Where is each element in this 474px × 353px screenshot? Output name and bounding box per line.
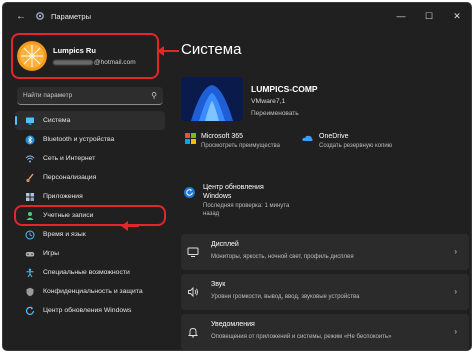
sidebar-item-windows-update[interactable]: Центр обновления Windows	[15, 301, 165, 320]
update-icon	[25, 306, 35, 315]
chevron-right-icon: ›	[454, 247, 457, 256]
sidebar-item-label: Приложения	[43, 193, 83, 200]
quick-title: Центр обновления	[203, 184, 264, 191]
settings-card-sound[interactable]: Звук Уровни громкости, вывод, ввод, звук…	[181, 274, 469, 310]
sidebar-item-bluetooth[interactable]: Bluetooth и устройства	[15, 130, 165, 149]
sidebar-item-accessibility[interactable]: Специальные возможности	[15, 263, 165, 282]
pc-name: LUMPICS-COMP	[251, 84, 318, 94]
search-icon: ⚲	[151, 91, 157, 100]
sidebar-item-label: Центр обновления Windows	[43, 307, 132, 314]
sidebar-item-time-language[interactable]: Время и язык	[15, 225, 165, 244]
quick-subtitle: Создать резервную копию	[319, 143, 393, 149]
sidebar-item-gaming[interactable]: Игры	[15, 244, 165, 263]
page-title: Система	[181, 41, 242, 58]
window-controls: — ☐ ✕	[387, 3, 471, 29]
sidebar-item-personalization[interactable]: Персонализация	[15, 168, 165, 187]
display-icon	[187, 246, 199, 258]
pc-thumbnail	[181, 77, 243, 121]
quick-windows-update[interactable]: Центр обновления Windows Последняя прове…	[184, 184, 290, 217]
window-title: Параметры	[51, 11, 91, 21]
shield-icon	[26, 287, 34, 296]
sidebar-item-accounts[interactable]: Учетные записи	[14, 205, 166, 226]
person-icon	[26, 211, 34, 220]
sidebar-item-label: Сеть и Интернет	[43, 155, 96, 162]
quick-title: Microsoft 365	[201, 133, 244, 140]
quick-title-line2: Windows	[203, 193, 232, 200]
avatar	[17, 41, 47, 71]
close-button[interactable]: ✕	[443, 3, 471, 29]
card-subtitle: Уровни громкости, вывод, ввод, звуковые …	[211, 294, 360, 300]
brush-icon	[26, 173, 34, 182]
card-subtitle: Мониторы, яркость, ночной свет, профиль …	[211, 254, 354, 260]
quick-microsoft365[interactable]: Microsoft 365 Просмотреть преимущества	[185, 133, 280, 149]
sidebar-item-label: Учетные записи	[43, 212, 94, 219]
user-profile[interactable]: Lumpics Ru @hotmail.com	[11, 33, 159, 79]
annotation-arrow-accounts	[121, 221, 139, 231]
chevron-right-icon: ›	[454, 287, 457, 296]
quick-title: OneDrive	[319, 133, 349, 140]
settings-gear-icon	[36, 12, 44, 20]
profile-email: @hotmail.com	[53, 59, 136, 66]
annotation-arrow-profile	[157, 46, 179, 56]
sidebar-item-label: Bluetooth и устройства	[43, 136, 115, 143]
pc-model: VMware7,1	[251, 98, 286, 105]
sidebar-item-label: Персонализация	[43, 174, 97, 181]
apps-icon	[26, 192, 34, 201]
microsoft-365-icon	[185, 133, 196, 144]
sidebar-nav: Система Bluetooth и устройства Сеть и Ин…	[14, 111, 166, 320]
sidebar-item-apps[interactable]: Приложения	[15, 187, 165, 206]
settings-window: ← Параметры — ☐ ✕ Lumpics Ru @hotmail.co…	[3, 3, 471, 350]
sidebar-item-network[interactable]: Сеть и Интернет	[15, 149, 165, 168]
search-placeholder: Найти параметр	[23, 92, 73, 99]
quick-subtitle: Последняя проверка: 1 минута	[203, 203, 290, 209]
card-title: Дисплей	[211, 241, 239, 248]
sidebar-item-label: Система	[43, 117, 71, 124]
card-title: Звук	[211, 281, 226, 288]
sidebar-item-system[interactable]: Система	[15, 111, 165, 130]
sidebar-item-label: Игры	[43, 250, 60, 257]
accessibility-icon	[26, 268, 34, 277]
settings-card-display[interactable]: Дисплей Мониторы, яркость, ночной свет, …	[181, 234, 469, 270]
settings-card-notifications[interactable]: Уведомления Оповещения от приложений и с…	[181, 314, 469, 350]
profile-name: Lumpics Ru	[53, 46, 96, 55]
profile-email-suffix: @hotmail.com	[94, 59, 136, 66]
bluetooth-icon	[25, 135, 35, 144]
bell-icon	[187, 326, 199, 338]
card-subtitle: Оповещения от приложений и системы, режи…	[211, 334, 392, 340]
sidebar-item-privacy[interactable]: Конфиденциальность и защита	[15, 282, 165, 301]
title-bar: ← Параметры — ☐ ✕	[3, 3, 471, 29]
gamepad-icon	[25, 251, 35, 256]
card-title: Уведомления	[211, 321, 255, 328]
quick-onedrive[interactable]: OneDrive Создать резервную копию	[302, 133, 393, 149]
rename-link[interactable]: Переименовать	[251, 110, 299, 117]
search-input[interactable]: Найти параметр ⚲	[17, 87, 163, 105]
speaker-icon	[187, 286, 199, 298]
minimize-button[interactable]: —	[387, 3, 415, 29]
maximize-button[interactable]: ☐	[415, 3, 443, 29]
sidebar-item-label: Конфиденциальность и защита	[43, 288, 143, 295]
sidebar-item-label: Время и язык	[43, 231, 86, 238]
sidebar-item-label: Специальные возможности	[43, 269, 130, 276]
quick-subtitle: Просмотреть преимущества	[201, 143, 280, 149]
update-icon	[184, 187, 195, 198]
onedrive-icon	[302, 135, 313, 141]
chevron-right-icon: ›	[454, 327, 457, 336]
monitor-icon	[26, 117, 34, 124]
network-icon	[25, 155, 35, 162]
globe-clock-icon	[25, 230, 35, 239]
redacted-text	[53, 60, 93, 65]
arrow-left-icon[interactable]: ←	[11, 11, 31, 22]
quick-subtitle-line2: назад	[203, 211, 220, 217]
